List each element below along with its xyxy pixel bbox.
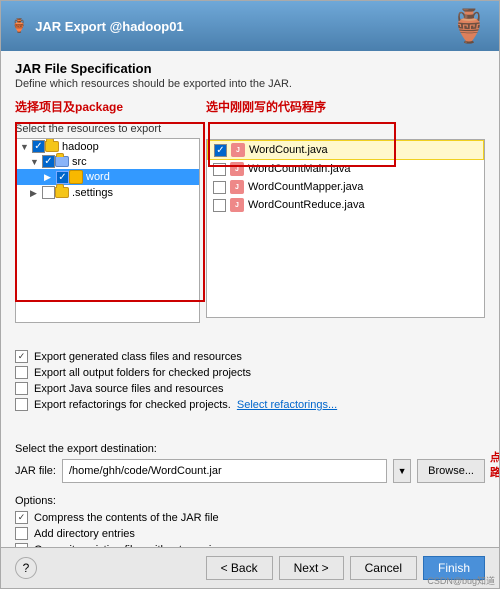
dialog-footer: ? < Back Next > Cancel Finish — [1, 547, 499, 588]
package-icon-word — [69, 170, 83, 184]
tree-item-settings[interactable]: ▶ .settings — [16, 185, 199, 200]
resources-tree-panel[interactable]: ▼ ✓ hadoop ▼ ✓ src — [15, 138, 200, 323]
tree-label-word: word — [86, 171, 110, 183]
top-section: Select the resources to export ▼ ✓ hadoo… — [15, 123, 485, 318]
jar-dropdown-btn[interactable]: ▼ — [393, 459, 411, 483]
folder-icon-settings — [55, 187, 69, 198]
dialog-title-text: JAR Export @hadoop01 — [35, 19, 183, 34]
checkbox-hadoop[interactable]: ✓ — [32, 140, 45, 153]
annotation-top-left: 选择项目及package — [15, 98, 200, 115]
jar-row: JAR file: ▼ Browse... 点击这里选择保存路径及名称 — [15, 459, 485, 483]
back-button[interactable]: < Back — [206, 556, 273, 580]
resources-panel-label: Select the resources to export — [15, 123, 200, 135]
export-dest-section: Select the export destination: JAR file:… — [15, 443, 485, 483]
section-title: JAR File Specification — [15, 61, 485, 76]
checkboxes-section: ✓ Export generated class files and resou… — [15, 350, 485, 411]
dialog-body: JAR File Specification Define which reso… — [1, 51, 499, 547]
toggle-src[interactable]: ▼ — [30, 157, 40, 167]
checkbox-directory[interactable] — [15, 527, 28, 540]
file-item-wordcount[interactable]: ✓ J WordCount.java — [207, 140, 484, 160]
checkbox-src[interactable]: ✓ — [42, 155, 55, 168]
folder-icon-src — [55, 156, 69, 167]
tree-item-word[interactable]: ▶ ✓ word — [16, 169, 199, 185]
file-item-wordcountmain[interactable]: J WordCountMain.java — [207, 160, 484, 178]
footer-left: ? — [15, 557, 37, 579]
next-button[interactable]: Next > — [279, 556, 344, 580]
tree-label-hadoop: hadoop — [62, 141, 99, 153]
watermark: CSDN@bug知道 — [427, 574, 495, 587]
file-item-wordcountmapper[interactable]: J WordCountMapper.java — [207, 178, 484, 196]
checkbox-export-java[interactable] — [15, 382, 28, 395]
checkbox-wordcountmain[interactable] — [213, 163, 226, 176]
file-label-wordcountreduce: WordCountReduce.java — [248, 199, 365, 211]
label-export-output: Export all output folders for checked pr… — [34, 367, 251, 379]
file-label-wordcount: WordCount.java — [249, 144, 328, 156]
options-checkboxes: ✓ Compress the contents of the JAR file … — [15, 511, 485, 547]
checkbox-compress[interactable]: ✓ — [15, 511, 28, 524]
checkbox-row-3[interactable]: Export Java source files and resources — [15, 382, 485, 395]
options-section: Options: ✓ Compress the contents of the … — [15, 495, 485, 547]
checkbox-export-refactoring[interactable] — [15, 398, 28, 411]
checkbox-settings[interactable] — [42, 186, 55, 199]
option-row-2[interactable]: Add directory entries — [15, 527, 485, 540]
checkbox-row-2[interactable]: Export all output folders for checked pr… — [15, 366, 485, 379]
checkbox-word[interactable]: ✓ — [56, 171, 69, 184]
cancel-button[interactable]: Cancel — [350, 556, 417, 580]
dialog-title-bar: 🏺 JAR Export @hadoop01 🏺 — [1, 1, 499, 51]
toggle-word[interactable]: ▶ — [44, 172, 54, 182]
section-desc: Define which resources should be exporte… — [15, 78, 485, 90]
jar-large-icon: 🏺 — [449, 7, 489, 45]
tree-item-hadoop[interactable]: ▼ ✓ hadoop — [16, 139, 199, 154]
file-item-wordcountreduce[interactable]: J WordCountReduce.java — [207, 196, 484, 214]
java-icon-wordcountmain: J — [230, 162, 244, 176]
checkbox-wordcount[interactable]: ✓ — [214, 144, 227, 157]
tree-label-src: src — [72, 156, 87, 168]
select-refactorings-link[interactable]: Select refactorings... — [237, 399, 337, 411]
jar-input[interactable] — [62, 459, 387, 483]
tree-label-settings: .settings — [72, 187, 113, 199]
label-export-java: Export Java source files and resources — [34, 383, 224, 395]
jar-label: JAR file: — [15, 465, 56, 477]
java-icon-wordcountmapper: J — [230, 180, 244, 194]
annotations-row: 选择项目及package 选中刚刚写的代码程序 — [15, 98, 485, 115]
label-export-class: Export generated class files and resourc… — [34, 351, 242, 363]
help-button[interactable]: ? — [15, 557, 37, 579]
annotation-top-center: 选中刚刚写的代码程序 — [206, 98, 326, 115]
checkbox-export-output[interactable] — [15, 366, 28, 379]
file-label-wordcountmain: WordCountMain.java — [248, 163, 351, 175]
toggle-hadoop[interactable]: ▼ — [20, 142, 30, 152]
label-compress: Compress the contents of the JAR file — [34, 512, 219, 524]
option-row-1[interactable]: ✓ Compress the contents of the JAR file — [15, 511, 485, 524]
annotation-right: 点击这里选择保存路径及名称 — [490, 451, 499, 482]
options-label: Options: — [15, 495, 485, 507]
jar-title-icon: 🏺 — [11, 18, 27, 34]
java-icon-wordcount: J — [231, 143, 245, 157]
export-dest-label: Select the export destination: — [15, 443, 485, 455]
label-export-refactoring: Export refactorings for checked projects… — [34, 399, 231, 411]
tree-item-src[interactable]: ▼ ✓ src — [16, 154, 199, 169]
folder-icon-hadoop — [45, 141, 59, 152]
checkbox-row-4[interactable]: Export refactorings for checked projects… — [15, 398, 485, 411]
toggle-settings[interactable]: ▶ — [30, 188, 40, 198]
file-panel[interactable]: ✓ J WordCount.java J WordCountMain.java — [206, 139, 485, 318]
file-label-wordcountmapper: WordCountMapper.java — [248, 181, 363, 193]
java-icon-wordcountreduce: J — [230, 198, 244, 212]
checkbox-row-1[interactable]: ✓ Export generated class files and resou… — [15, 350, 485, 363]
checkbox-wordcountmapper[interactable] — [213, 181, 226, 194]
checkbox-wordcountreduce[interactable] — [213, 199, 226, 212]
section-header: JAR File Specification Define which reso… — [15, 61, 485, 90]
label-directory: Add directory entries — [34, 528, 135, 540]
checkbox-export-class[interactable]: ✓ — [15, 350, 28, 363]
browse-button[interactable]: Browse... — [417, 459, 485, 483]
